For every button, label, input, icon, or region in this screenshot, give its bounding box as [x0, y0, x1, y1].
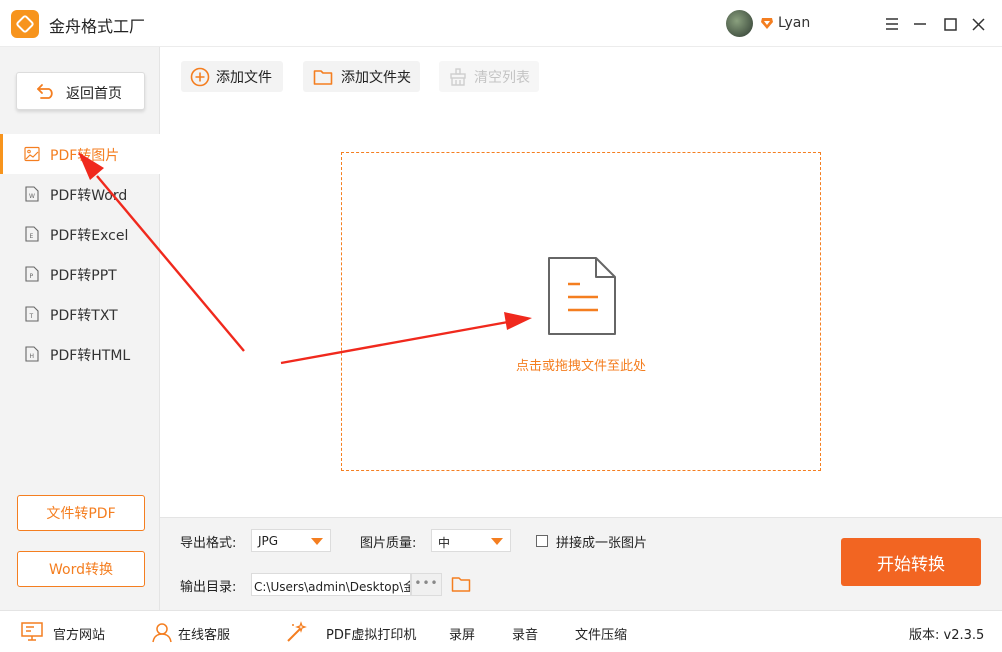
merge-images-checkbox[interactable]: [536, 535, 548, 547]
image-quality-label: 图片质量:: [360, 536, 417, 551]
title-bar: 金舟格式工厂 Lyan: [0, 0, 1002, 47]
svg-text:W: W: [29, 193, 35, 200]
add-folder-button[interactable]: 添加文件夹: [303, 61, 420, 92]
image-icon: [24, 146, 40, 162]
minimize-button[interactable]: [908, 12, 932, 36]
export-format-select[interactable]: JPG: [251, 529, 331, 552]
start-convert-button[interactable]: 开始转换: [841, 538, 981, 586]
chevron-down-icon: [311, 538, 323, 545]
ppt-file-icon: P: [25, 266, 39, 282]
app-logo-icon: [11, 10, 39, 38]
close-icon: [971, 17, 985, 31]
audio-record-link[interactable]: 录音: [512, 624, 538, 643]
screen-record-link[interactable]: 录屏: [449, 624, 475, 643]
maximize-icon: [943, 17, 957, 31]
close-button[interactable]: [966, 12, 990, 36]
file-to-pdf-button[interactable]: 文件转PDF: [17, 495, 145, 531]
word-file-icon: W: [25, 186, 39, 202]
official-website-link[interactable]: 官方网站: [53, 624, 105, 643]
add-folder-label: 添加文件夹: [341, 69, 411, 86]
customer-service-icon: [152, 623, 172, 643]
open-folder-icon[interactable]: [451, 575, 471, 593]
browse-more-button[interactable]: •••: [411, 573, 442, 596]
txt-file-icon: T: [25, 306, 39, 322]
chevron-down-icon: [491, 538, 503, 545]
version-label: 版本: v2.3.5: [909, 628, 985, 643]
export-format-value: JPG: [258, 534, 279, 548]
sidebar-item-label: PDF转图片: [50, 148, 120, 164]
app-title: 金舟格式工厂: [49, 17, 146, 36]
file-drop-zone[interactable]: 点击或拖拽文件至此处: [341, 152, 821, 471]
output-dir-input[interactable]: C:\Users\admin\Desktop\金: [251, 573, 411, 596]
vip-diamond-icon: [761, 18, 773, 29]
file-compress-link[interactable]: 文件压缩: [575, 624, 627, 643]
clear-list-label: 清空列表: [474, 69, 530, 86]
back-home-button[interactable]: 返回首页: [16, 72, 145, 110]
footer-bar: 官方网站 在线客服 PDF虚拟打印机 录屏 录音 文件压缩 版本: v2.3.5: [0, 610, 1002, 652]
sidebar-item-label: PDF转HTML: [50, 348, 131, 364]
output-dir-label: 输出目录:: [180, 580, 237, 595]
add-file-button[interactable]: 添加文件: [181, 61, 283, 92]
add-file-label: 添加文件: [216, 69, 272, 86]
sidebar-item-label: PDF转Word: [50, 188, 128, 204]
menu-icon: [886, 18, 898, 30]
back-arrow-icon: [37, 84, 53, 99]
online-support-link[interactable]: 在线客服: [178, 624, 230, 643]
folder-icon: [313, 69, 333, 85]
sidebar-item-label: PDF转PPT: [50, 268, 117, 284]
word-convert-button[interactable]: Word转换: [17, 551, 145, 587]
sidebar-item-pdf-to-word[interactable]: W PDF转Word: [0, 174, 160, 214]
export-format-label: 导出格式:: [180, 536, 237, 551]
image-quality-value: 中: [438, 536, 451, 550]
merge-images-label: 拼接成一张图片: [556, 536, 648, 551]
pdf-printer-link[interactable]: PDF虚拟打印机: [326, 624, 416, 643]
sidebar-item-pdf-to-image[interactable]: PDF转图片: [0, 134, 160, 174]
excel-file-icon: E: [25, 226, 39, 242]
image-quality-select[interactable]: 中: [431, 529, 511, 552]
svg-text:T: T: [29, 313, 34, 320]
monitor-icon: [21, 622, 43, 641]
clear-list-button[interactable]: 清空列表: [439, 61, 539, 92]
minimize-icon: [914, 23, 926, 25]
document-icon: [548, 257, 616, 335]
broom-icon: [450, 67, 466, 86]
back-home-label: 返回首页: [66, 86, 122, 102]
svg-text:E: E: [30, 233, 34, 240]
add-circle-icon: [190, 67, 210, 86]
sidebar-item-pdf-to-txt[interactable]: T PDF转TXT: [0, 294, 160, 334]
drop-zone-hint: 点击或拖拽文件至此处: [515, 359, 646, 374]
html-file-icon: H: [25, 346, 39, 362]
sidebar-item-pdf-to-ppt[interactable]: P PDF转PPT: [0, 254, 160, 294]
svg-text:P: P: [30, 273, 34, 280]
sidebar-item-pdf-to-html[interactable]: H PDF转HTML: [0, 334, 160, 374]
sidebar-item-label: PDF转Excel: [50, 228, 129, 244]
maximize-button[interactable]: [938, 12, 962, 36]
user-avatar[interactable]: [726, 10, 753, 37]
printer-wand-icon: [287, 621, 307, 642]
sidebar: 返回首页 PDF转图片 W PDF转Word E PDF转Excel P PDF…: [0, 47, 160, 610]
svg-text:H: H: [30, 353, 35, 360]
sidebar-item-pdf-to-excel[interactable]: E PDF转Excel: [0, 214, 160, 254]
sidebar-item-label: PDF转TXT: [50, 308, 118, 324]
username[interactable]: Lyan: [778, 15, 810, 31]
menu-button[interactable]: [880, 12, 904, 36]
